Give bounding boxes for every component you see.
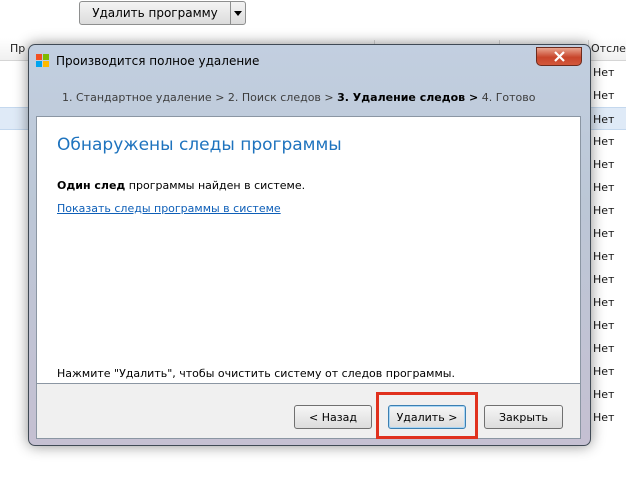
tracked-cell: Нет: [593, 342, 615, 355]
close-button[interactable]: Закрыть: [484, 405, 563, 429]
toolbar: Удалить программу: [0, 0, 626, 38]
close-window-button[interactable]: [536, 47, 582, 66]
back-button[interactable]: < Назад: [294, 405, 372, 429]
found-message: Один след программы найден в системе.: [57, 179, 305, 192]
tracked-cell: Нет: [593, 250, 615, 263]
uninstall-split-button[interactable]: Удалить программу: [79, 1, 246, 25]
step-3-current: 3. Удаление следов >: [337, 91, 479, 104]
tracked-cell: Нет: [593, 89, 615, 102]
tracked-cell: Нет: [593, 388, 615, 401]
tracked-cell: Нет: [593, 273, 615, 286]
button-bar: < Назад Удалить > Закрыть: [36, 384, 581, 439]
tracked-cell: Нет: [593, 365, 615, 378]
close-icon: [553, 51, 565, 62]
tracked-cell: Нет: [593, 66, 615, 79]
step-4: 4. Готово: [481, 91, 536, 104]
hint-text: Нажмите "Удалить", чтобы очистить систем…: [57, 367, 455, 380]
tracked-cell: Нет: [593, 296, 615, 309]
tracked-cell: Нет: [593, 319, 615, 332]
uninstall-dialog: Производится полное удаление 1. Стандарт…: [28, 44, 591, 446]
dropdown-arrow-icon[interactable]: [230, 2, 245, 24]
tracked-cell: Нет: [593, 227, 615, 240]
dialog-title: Производится полное удаление: [56, 54, 260, 68]
uninstall-button-label[interactable]: Удалить программу: [80, 2, 230, 24]
show-traces-link[interactable]: Показать следы программы в системе: [57, 202, 281, 215]
page-heading: Обнаружены следы программы: [57, 135, 342, 155]
tracked-cell: Нет: [593, 181, 615, 194]
found-rest: программы найден в системе.: [125, 179, 306, 192]
tracked-cell: Нет: [593, 113, 615, 126]
tracked-cell: Нет: [593, 204, 615, 217]
step-1: 1. Стандартное удаление >: [62, 91, 225, 104]
found-count: Один след: [57, 179, 126, 192]
tracked-cell: Нет: [593, 411, 615, 424]
step-2: 2. Поиск следов >: [227, 91, 334, 104]
wizard-steps: 1. Стандартное удаление > 2. Поиск следо…: [62, 91, 535, 104]
tracked-cell: Нет: [593, 158, 615, 171]
column-header-tracked[interactable]: Отслеж: [591, 38, 626, 60]
delete-button-highlight: [376, 392, 478, 439]
column-header-name[interactable]: Пр: [10, 38, 30, 60]
app-logo-icon: [36, 54, 49, 67]
dialog-content: Обнаружены следы программы Один след про…: [36, 116, 581, 384]
tracked-cell: Нет: [593, 135, 615, 148]
